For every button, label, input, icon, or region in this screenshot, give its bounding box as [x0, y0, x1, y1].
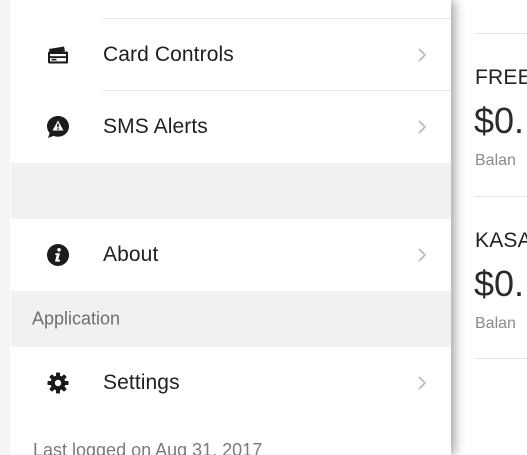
- divider: [475, 196, 527, 197]
- menu-item-sms-alerts[interactable]: SMS Alerts: [11, 91, 451, 163]
- menu-item-label: About: [103, 243, 159, 266]
- menu-item-label: Settings: [103, 371, 180, 394]
- section-spacer: [11, 163, 451, 219]
- account-name: FREE: [475, 66, 527, 89]
- last-login-text: Last logged on Aug 31, 2017: [33, 440, 263, 455]
- navigation-drawer: Card Controls SMS Alerts About Applicati…: [0, 0, 451, 455]
- drawer-menu: Card Controls SMS Alerts About Applicati…: [11, 0, 451, 455]
- menu-item-settings[interactable]: Settings: [11, 347, 451, 419]
- chevron-right-icon: [415, 373, 429, 393]
- info-icon: [45, 242, 71, 268]
- chevron-right-icon: [415, 45, 429, 65]
- chevron-right-icon: [415, 117, 429, 137]
- account-balance-label: Balan: [475, 152, 516, 169]
- section-header-application: Application: [11, 291, 451, 347]
- account-balance-label: Balan: [475, 315, 516, 332]
- account-name: KASA: [475, 229, 527, 252]
- drawer-edge: [0, 0, 10, 455]
- divider: [475, 358, 527, 359]
- accounts-list: FREE $0. Balan KASA $0. Balan: [451, 0, 527, 455]
- section-header-label: Application: [32, 308, 121, 329]
- account-balance: $0.: [474, 100, 525, 141]
- divider: [475, 33, 527, 34]
- account-balance: $0.: [474, 263, 525, 304]
- menu-item-card-controls[interactable]: Card Controls: [11, 19, 451, 91]
- gear-icon: [45, 370, 71, 396]
- alert-bubble-icon: [45, 114, 71, 140]
- menu-item-label: SMS Alerts: [103, 115, 208, 138]
- chevron-right-icon: [415, 245, 429, 265]
- credit-card-icon: [45, 42, 71, 68]
- menu-item-label: Card Controls: [103, 43, 234, 66]
- menu-item-about[interactable]: About: [11, 219, 451, 291]
